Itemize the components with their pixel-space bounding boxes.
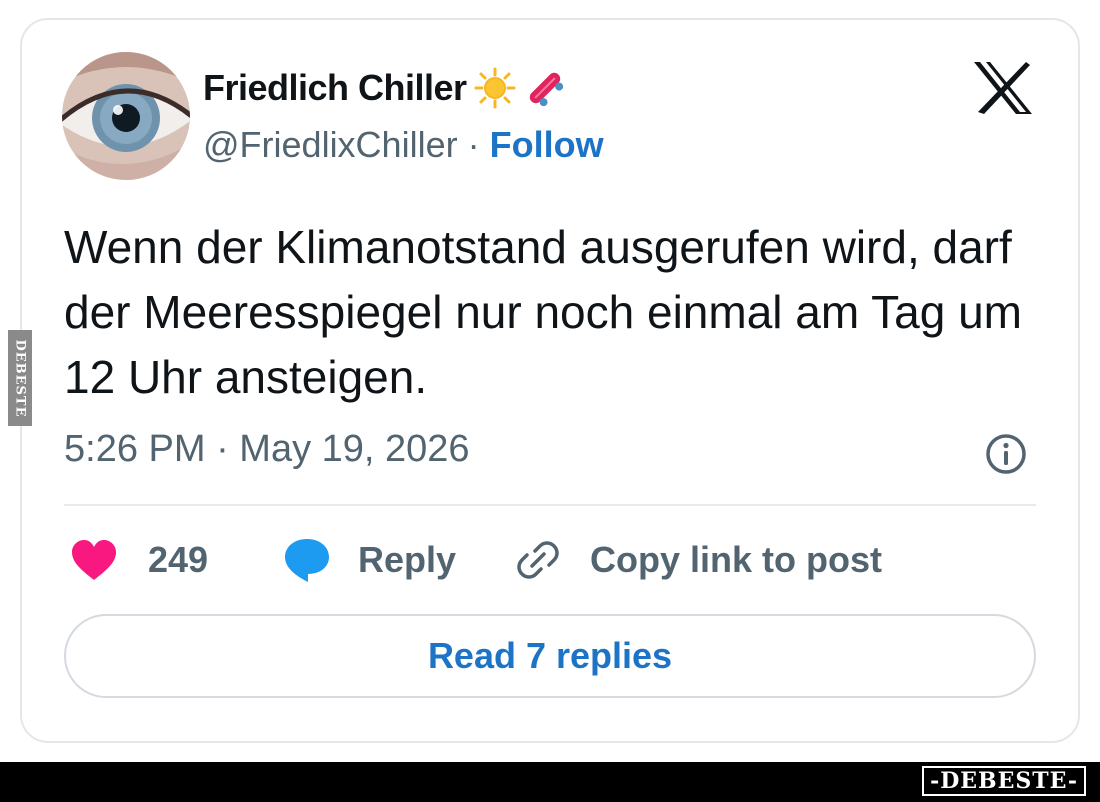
tweet-timestamp[interactable]: 5:26 PM · May 19, 2026 <box>64 428 470 471</box>
like-button[interactable]: 249 <box>70 532 208 588</box>
footer-watermark-logo: -DEBESTE- <box>922 766 1086 796</box>
heart-icon <box>72 540 116 580</box>
sun-icon <box>474 67 516 109</box>
read-replies-label: Read 7 replies <box>427 635 673 676</box>
tweet-text: Wenn der Klimanotstand ausgerufen wird, … <box>64 221 1022 403</box>
follow-button[interactable]: Follow <box>490 124 604 166</box>
eye-closeup-avatar <box>62 52 190 180</box>
display-name[interactable]: Friedlich Chiller <box>203 67 467 109</box>
reply-label: Reply <box>358 539 457 580</box>
timestamp-text: 5:26 PM · May 19, 2026 <box>64 428 470 470</box>
x-logo-icon[interactable] <box>972 60 1034 116</box>
info-icon[interactable] <box>984 432 1028 476</box>
side-watermark: DEBESTE <box>8 330 32 426</box>
side-watermark-text: DEBESTE <box>12 338 28 418</box>
copy-link-label: Copy link to post <box>590 539 882 580</box>
action-bar: 249 Reply Copy link to post <box>64 532 1036 588</box>
reply-bubble-icon <box>285 539 329 582</box>
user-handle[interactable]: @FriedlixChiller <box>203 124 458 166</box>
divider <box>64 504 1036 506</box>
reply-button[interactable]: Reply <box>282 532 456 588</box>
footer-bar: -DEBESTE- <box>0 762 1100 802</box>
avatar[interactable] <box>62 52 190 180</box>
link-icon <box>517 541 559 579</box>
read-replies-button[interactable]: Read 7 replies <box>64 614 1036 698</box>
like-count: 249 <box>148 539 209 580</box>
copy-link-button[interactable]: Copy link to post <box>514 532 882 588</box>
separator-dot: · <box>467 124 480 165</box>
skateboard-icon <box>529 72 563 107</box>
author-name-row: Friedlich Chiller <box>203 64 567 112</box>
handle-row: @FriedlixChiller · Follow <box>203 124 604 166</box>
